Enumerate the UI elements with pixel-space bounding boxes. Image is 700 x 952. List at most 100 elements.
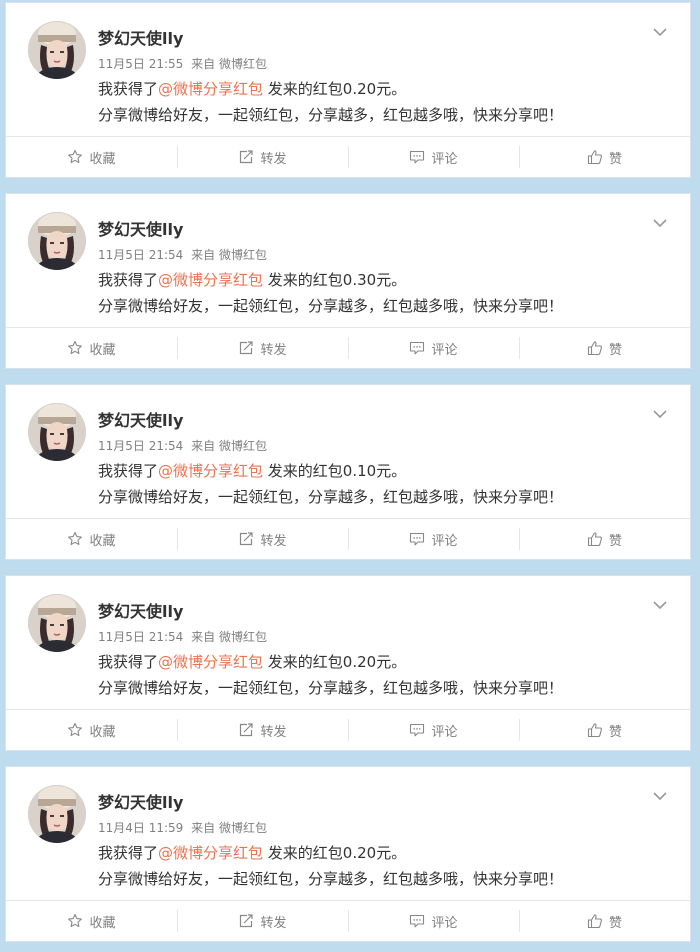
action-bar: 收藏 转发 评论 赞	[6, 136, 690, 177]
comment-button[interactable]: 评论	[348, 710, 519, 750]
action-bar: 收藏 转发 评论 赞	[6, 709, 690, 750]
post-text-prefix: 我获得了	[98, 80, 159, 98]
comment-button[interactable]: 评论	[348, 901, 519, 941]
username[interactable]: 梦幻天使lly	[98, 407, 183, 431]
repost-button[interactable]: 转发	[177, 710, 348, 750]
favorite-label: 收藏	[89, 151, 116, 167]
action-bar: 收藏 转发 评论 赞	[6, 327, 690, 368]
source-prefix: 来自	[191, 821, 216, 835]
mention-link[interactable]: @微博分享红包	[158, 271, 263, 289]
username[interactable]: 梦幻天使lly	[98, 25, 183, 49]
weibo-feed: 梦幻天使lly 11月5日 21:55 来自 微博红包 我获得了@微博分享红包 …	[0, 0, 700, 952]
post-text-prefix: 我获得了	[98, 653, 159, 671]
like-button[interactable]: 赞	[519, 328, 690, 368]
comment-button[interactable]: 评论	[348, 519, 519, 559]
post-text-prefix: 我获得了	[98, 844, 159, 862]
post-text-suffix: 发来的红包0.20元。	[263, 844, 407, 862]
mention-link[interactable]: @微博分享红包	[158, 462, 263, 480]
comment-icon	[409, 722, 425, 738]
comment-icon	[409, 149, 425, 165]
comment-label: 评论	[431, 533, 458, 549]
repost-label: 转发	[260, 724, 287, 740]
action-bar: 收藏 转发 评论 赞	[6, 900, 690, 941]
username[interactable]: 梦幻天使lly	[98, 216, 183, 240]
repost-label: 转发	[260, 151, 287, 167]
like-label: 赞	[608, 151, 622, 167]
favorite-button[interactable]: 收藏	[6, 710, 177, 750]
repost-button[interactable]: 转发	[177, 901, 348, 941]
like-button[interactable]: 赞	[519, 519, 690, 559]
repost-icon	[238, 913, 254, 929]
like-button[interactable]: 赞	[519, 901, 690, 941]
post-time[interactable]: 11月5日 21:55	[98, 57, 183, 71]
comment-button[interactable]: 评论	[348, 328, 519, 368]
favorite-button[interactable]: 收藏	[6, 901, 177, 941]
comment-icon	[409, 913, 425, 929]
avatar[interactable]	[28, 403, 86, 461]
favorite-label: 收藏	[89, 915, 116, 931]
comment-button[interactable]: 评论	[348, 137, 519, 177]
post-text-suffix: 发来的红包0.20元。	[263, 80, 407, 98]
favorite-button[interactable]: 收藏	[6, 137, 177, 177]
post-source[interactable]: 微博红包	[219, 630, 267, 644]
repost-button[interactable]: 转发	[177, 328, 348, 368]
post-source[interactable]: 微博红包	[219, 439, 267, 453]
post-source[interactable]: 微博红包	[219, 57, 267, 71]
source-prefix: 来自	[191, 57, 216, 71]
repost-label: 转发	[260, 533, 287, 549]
post-meta: 11月5日 21:55 来自 微博红包	[98, 55, 267, 72]
repost-label: 转发	[260, 915, 287, 931]
post-time[interactable]: 11月4日 11:59	[98, 821, 183, 835]
post-text-suffix: 发来的红包0.30元。	[263, 271, 407, 289]
avatar[interactable]	[28, 785, 86, 843]
post-time[interactable]: 11月5日 21:54	[98, 248, 183, 262]
like-button[interactable]: 赞	[519, 710, 690, 750]
post-time[interactable]: 11月5日 21:54	[98, 439, 183, 453]
post-source[interactable]: 微博红包	[219, 248, 267, 262]
repost-button[interactable]: 转发	[177, 519, 348, 559]
repost-button[interactable]: 转发	[177, 137, 348, 177]
username[interactable]: 梦幻天使lly	[98, 598, 183, 622]
source-prefix: 来自	[191, 439, 216, 453]
mention-link[interactable]: @微博分享红包	[158, 653, 263, 671]
username[interactable]: 梦幻天使lly	[98, 789, 183, 813]
avatar[interactable]	[28, 212, 86, 270]
post-text-line2: 分享微博给好友，一起领红包，分享越多，红包越多哦，快来分享吧！	[98, 106, 564, 124]
favorite-label: 收藏	[89, 342, 116, 358]
star-icon	[67, 531, 83, 547]
avatar[interactable]	[28, 21, 86, 79]
post-text-suffix: 发来的红包0.20元。	[263, 653, 407, 671]
post-meta: 11月5日 21:54 来自 微博红包	[98, 246, 267, 263]
favorite-button[interactable]: 收藏	[6, 328, 177, 368]
post-source[interactable]: 微博红包	[219, 821, 267, 835]
favorite-label: 收藏	[89, 533, 116, 549]
chevron-down-icon[interactable]	[652, 596, 668, 610]
post-text-line1: 我获得了@微博分享红包 发来的红包0.20元。	[98, 78, 406, 99]
avatar[interactable]	[28, 594, 86, 652]
comment-icon	[409, 340, 425, 356]
weibo-post-card: 梦幻天使lly 11月5日 21:55 来自 微博红包 我获得了@微博分享红包 …	[5, 2, 691, 178]
weibo-post-card: 梦幻天使lly 11月5日 21:54 来自 微博红包 我获得了@微博分享红包 …	[5, 384, 691, 560]
mention-link[interactable]: @微博分享红包	[158, 80, 263, 98]
mention-link[interactable]: @微博分享红包	[158, 844, 263, 862]
comment-icon	[409, 531, 425, 547]
post-text-line2: 分享微博给好友，一起领红包，分享越多，红包越多哦，快来分享吧！	[98, 870, 564, 888]
star-icon	[67, 722, 83, 738]
like-button[interactable]: 赞	[519, 137, 690, 177]
chevron-down-icon[interactable]	[652, 23, 668, 37]
weibo-post-card: 梦幻天使lly 11月4日 11:59 来自 微博红包 我获得了@微博分享红包 …	[5, 766, 691, 942]
thumbs-up-icon	[587, 149, 603, 165]
repost-icon	[238, 149, 254, 165]
like-label: 赞	[608, 724, 622, 740]
post-text-suffix: 发来的红包0.10元。	[263, 462, 407, 480]
favorite-button[interactable]: 收藏	[6, 519, 177, 559]
post-text-line2: 分享微博给好友，一起领红包，分享越多，红包越多哦，快来分享吧！	[98, 297, 564, 315]
post-time[interactable]: 11月5日 21:54	[98, 630, 183, 644]
comment-label: 评论	[431, 151, 458, 167]
chevron-down-icon[interactable]	[652, 214, 668, 228]
post-text-line1: 我获得了@微博分享红包 发来的红包0.20元。	[98, 842, 406, 863]
chevron-down-icon[interactable]	[652, 787, 668, 801]
post-meta: 11月4日 11:59 来自 微博红包	[98, 819, 267, 836]
favorite-label: 收藏	[89, 724, 116, 740]
chevron-down-icon[interactable]	[652, 405, 668, 419]
